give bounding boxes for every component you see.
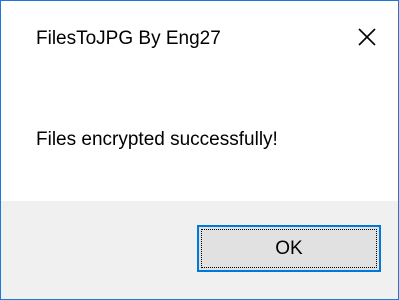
message-area: Files encrypted successfully! — [1, 83, 398, 201]
message-text: Files encrypted successfully! — [36, 129, 278, 150]
title-bar: FilesToJPG By Eng27 — [1, 1, 398, 83]
ok-button[interactable]: OK — [197, 225, 381, 272]
close-button[interactable] — [336, 1, 398, 75]
message-box-dialog: FilesToJPG By Eng27 Files encrypted succ… — [0, 0, 399, 300]
ok-button-label: OK — [275, 237, 303, 259]
button-bar: OK — [1, 201, 398, 299]
window-title: FilesToJPG By Eng27 — [36, 28, 221, 49]
close-icon — [358, 28, 376, 46]
